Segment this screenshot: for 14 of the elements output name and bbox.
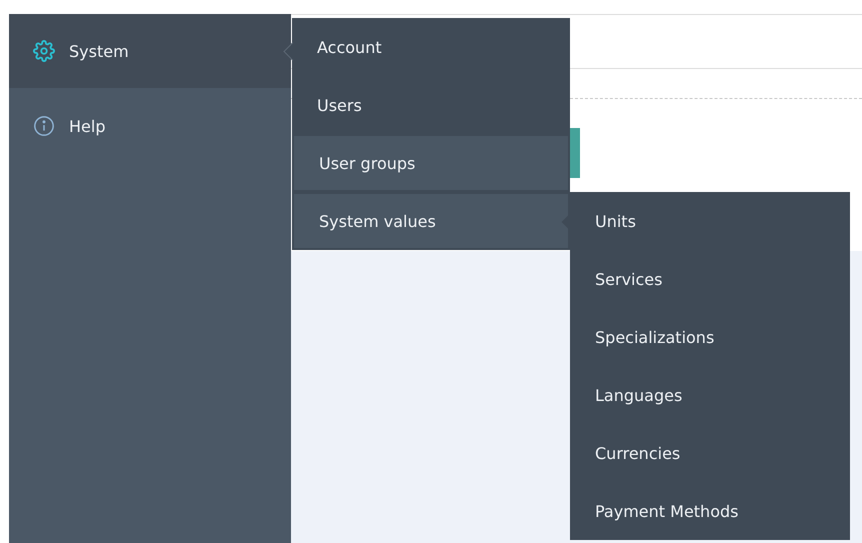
menu-item[interactable]: Specializations — [570, 308, 850, 366]
menu-item[interactable]: Payment Methods — [570, 482, 850, 540]
menu-item[interactable]: Languages — [570, 366, 850, 424]
menu-item[interactable]: Units — [570, 192, 850, 250]
menu-item[interactable]: Account — [292, 18, 570, 76]
sidebar-item[interactable]: Help — [9, 88, 291, 164]
menu-item[interactable]: Services — [570, 250, 850, 308]
sidebar-item[interactable]: System — [9, 14, 291, 88]
info-icon — [33, 115, 55, 137]
settings-icon — [33, 40, 55, 62]
menu-item[interactable]: User groups — [294, 136, 568, 190]
menu-item[interactable]: System values — [294, 194, 568, 248]
menu-item[interactable]: Currencies — [570, 424, 850, 482]
menu-item[interactable]: Users — [292, 76, 570, 134]
